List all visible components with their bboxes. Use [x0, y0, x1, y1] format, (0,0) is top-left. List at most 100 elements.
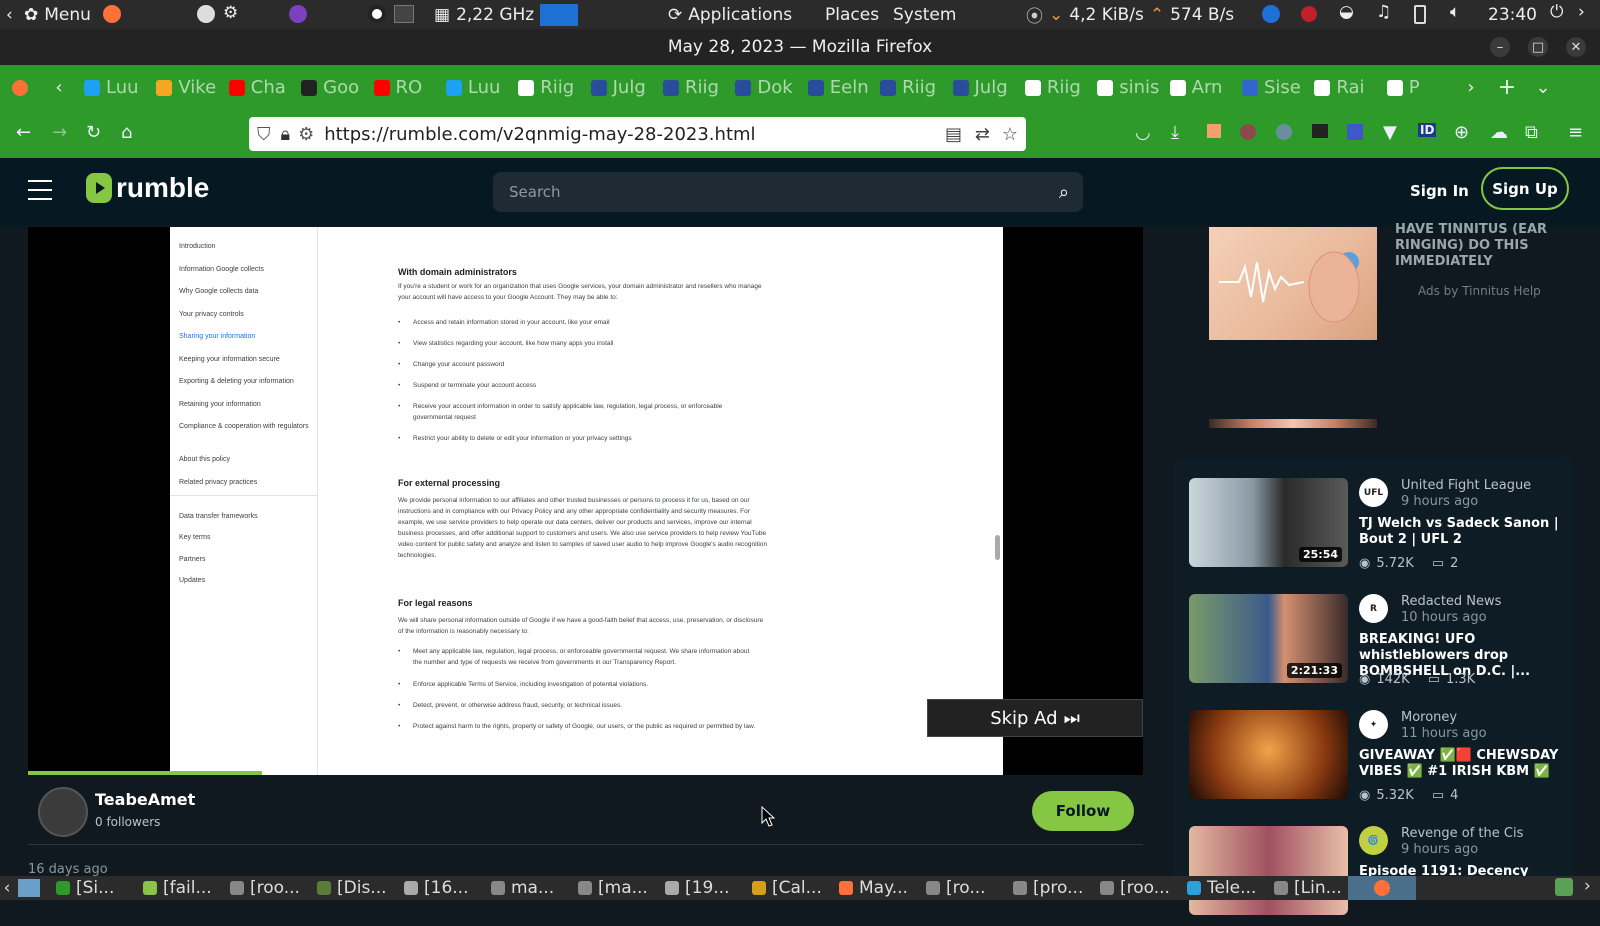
- calendar-icon[interactable]: [1312, 124, 1328, 138]
- taskbar-left-arrow[interactable]: ‹: [0, 878, 14, 898]
- ad-attribution[interactable]: Ads by Tinnitus Help: [1418, 284, 1541, 298]
- channel-name[interactable]: TeabeAmet: [95, 790, 195, 809]
- panel-left-arrow[interactable]: ‹: [6, 5, 13, 25]
- browser-tab[interactable]: Luu: [78, 77, 150, 98]
- filter-icon[interactable]: ▼: [1383, 122, 1397, 143]
- channel-avatar[interactable]: 🌀: [1359, 826, 1388, 855]
- video-thumbnail[interactable]: [1189, 710, 1348, 799]
- skip-ad-button[interactable]: Skip Ad ⏭: [927, 699, 1143, 737]
- taskbar-window-button[interactable]: ma...: [483, 878, 570, 898]
- close-icon[interactable]: ✕: [1566, 37, 1586, 57]
- wifi-icon[interactable]: ◒: [1339, 2, 1354, 22]
- id-extension-icon[interactable]: ID: [1418, 123, 1437, 137]
- browser-tab[interactable]: P: [1381, 77, 1453, 98]
- shield-icon[interactable]: ⛉: [257, 124, 271, 145]
- taskbar-window-button[interactable]: May...: [831, 878, 918, 898]
- globe-icon[interactable]: ⊕: [1454, 122, 1469, 143]
- cloud-icon[interactable]: ☁: [1490, 122, 1508, 143]
- browser-tab[interactable]: Riig: [1019, 77, 1091, 98]
- volume-icon[interactable]: 🔈︎: [1450, 2, 1460, 22]
- terminal-icon[interactable]: [394, 5, 414, 23]
- video-title[interactable]: TJ Welch vs Sadeck Sanon | Bout 2 | UFL …: [1359, 516, 1564, 548]
- extension-badge-icon[interactable]: [1276, 124, 1292, 140]
- browser-tab[interactable]: Vike: [150, 77, 222, 98]
- system-menu[interactable]: System: [893, 5, 956, 25]
- app-launcher-a-icon[interactable]: [197, 5, 215, 23]
- follow-button[interactable]: Follow: [1032, 791, 1134, 831]
- ad-image-strip[interactable]: [1209, 419, 1377, 428]
- url-text[interactable]: https://rumble.com/v2qnmig-may-28-2023.h…: [324, 124, 755, 145]
- channel-name[interactable]: Revenge of the Cis: [1401, 826, 1523, 841]
- menu-button[interactable]: ✿ Menu: [24, 5, 91, 25]
- browser-tab[interactable]: Arn: [1164, 77, 1236, 98]
- gear-icon[interactable]: ⚙: [223, 3, 238, 23]
- video-thumbnail[interactable]: [1189, 826, 1348, 915]
- extension-2-icon[interactable]: [1347, 124, 1363, 140]
- maximize-icon[interactable]: □: [1528, 37, 1548, 57]
- avatar[interactable]: [38, 787, 88, 837]
- opera-icon[interactable]: [368, 5, 386, 23]
- extension-1-icon[interactable]: [1207, 124, 1221, 138]
- back-icon[interactable]: ←: [16, 122, 31, 143]
- reload-icon[interactable]: ↻: [86, 122, 101, 143]
- channel-name[interactable]: Redacted News: [1401, 594, 1501, 609]
- ad-headline[interactable]: HAVE TINNITUS (EAR RINGING) DO THIS IMME…: [1395, 222, 1550, 270]
- places-menu[interactable]: Places: [825, 5, 879, 25]
- browser-tab[interactable]: Cha: [223, 77, 295, 98]
- bookmark-star-icon[interactable]: ☆: [1002, 124, 1018, 145]
- taskbar-window-button[interactable]: [ro...: [918, 878, 1005, 898]
- firefox-view-icon[interactable]: [0, 79, 40, 96]
- channel-name[interactable]: United Fight League: [1401, 478, 1531, 493]
- clock[interactable]: 23:40: [1488, 5, 1537, 25]
- browser-tab[interactable]: Julg: [947, 77, 1019, 98]
- address-bar[interactable]: ⛉ 🔒︎ ⚙ https://rumble.com/v2qnmig-may-28…: [249, 117, 1026, 151]
- downloads-icon[interactable]: ⤓: [1171, 122, 1179, 143]
- taskbar-window-button[interactable]: [roo...: [222, 878, 309, 898]
- permissions-icon[interactable]: ⚙: [298, 124, 314, 145]
- show-desktop-icon[interactable]: [18, 879, 40, 897]
- channel-avatar[interactable]: R: [1359, 594, 1388, 623]
- video-thumbnail[interactable]: 2:21:33: [1189, 594, 1348, 683]
- battery-icon[interactable]: [1414, 5, 1426, 24]
- taskbar-window-button[interactable]: Tele...: [1179, 878, 1266, 898]
- lock-icon[interactable]: 🔒︎: [281, 124, 291, 145]
- forward-icon[interactable]: →: [52, 122, 67, 143]
- applications-menu[interactable]: ⟳ Applications: [668, 5, 792, 25]
- tray-app-icon[interactable]: [1262, 5, 1280, 23]
- tabs-scroll-right-icon[interactable]: ›: [1453, 77, 1489, 98]
- browser-tab[interactable]: Goo: [295, 77, 367, 98]
- recommended-video[interactable]: 25:54 UFL United Fight League 9 hours ago TJ…: [1189, 478, 1569, 578]
- pocket-icon[interactable]: ◡: [1135, 122, 1151, 143]
- browser-tab[interactable]: Riig: [512, 77, 584, 98]
- reader-view-icon[interactable]: ▤: [945, 124, 962, 145]
- search-icon[interactable]: ⌕: [1059, 182, 1069, 203]
- notification-bell-icon[interactable]: ♫: [1376, 2, 1391, 22]
- browser-tab[interactable]: Julg: [585, 77, 657, 98]
- taskbar-window-button[interactable]: [Si...: [48, 878, 135, 898]
- trash-icon[interactable]: [1555, 878, 1573, 896]
- tabs-scroll-left-icon[interactable]: ‹: [40, 77, 78, 98]
- video-thumbnail[interactable]: 25:54: [1189, 478, 1348, 567]
- extensions-icon[interactable]: ⧉: [1525, 122, 1538, 143]
- panel-right-arrow[interactable]: ›: [1578, 2, 1585, 22]
- browser-tab[interactable]: Eeln: [802, 77, 874, 98]
- new-tab-button[interactable]: +: [1489, 75, 1525, 100]
- browser-tab[interactable]: Riig: [657, 77, 729, 98]
- channel-avatar[interactable]: UFL: [1359, 478, 1388, 507]
- taskbar-firefox-slot[interactable]: [1348, 876, 1416, 900]
- taskbar-window-button[interactable]: [ma...: [570, 878, 657, 898]
- search-input[interactable]: Search ⌕: [493, 172, 1083, 212]
- podcast-app-icon[interactable]: [289, 5, 307, 23]
- minimize-icon[interactable]: –: [1490, 37, 1510, 57]
- list-all-tabs-icon[interactable]: ⌄: [1525, 77, 1561, 98]
- taskbar-window-button[interactable]: [19...: [657, 878, 744, 898]
- browser-tab[interactable]: Dok: [729, 77, 801, 98]
- taskbar-window-button[interactable]: [roo...: [1092, 878, 1179, 898]
- channel-avatar[interactable]: ✦: [1359, 710, 1388, 739]
- channel-name[interactable]: Moroney: [1401, 710, 1457, 725]
- browser-tab[interactable]: Luu: [440, 77, 512, 98]
- hamburger-menu-icon[interactable]: [28, 180, 52, 200]
- firefox-launcher-icon[interactable]: [103, 5, 121, 23]
- sign-up-button[interactable]: Sign Up: [1481, 167, 1569, 210]
- taskbar-window-button[interactable]: [16...: [396, 878, 483, 898]
